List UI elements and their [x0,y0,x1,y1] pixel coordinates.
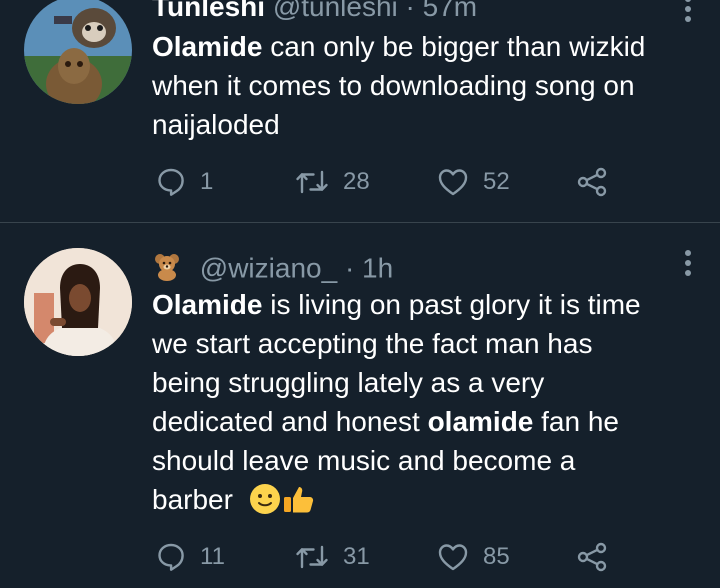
text-line: should leave music and become a [152,445,576,476]
share-icon [577,167,607,197]
slightly-smiling-face-icon [249,483,281,525]
reply-count: 1 [200,168,214,195]
tweet-text: Olamide is living on past glory it is ti… [152,285,702,525]
text-segment: fan he [533,406,620,437]
retweet-count: 31 [343,543,370,570]
avatar[interactable] [24,0,132,104]
reply-icon [158,543,184,571]
mention-text: Olamide [152,31,263,62]
text-segment: can only be bigger than wizkid [262,31,646,62]
heart-icon [438,544,468,571]
like-count: 52 [483,168,510,195]
tweet-actions: 1 28 52 [152,162,632,202]
display-name[interactable]: Tunleshi [152,0,265,22]
share-button[interactable] [576,537,608,577]
retweet-button[interactable]: 31 [295,537,370,577]
timestamp[interactable]: 57m [423,0,477,22]
tweet[interactable]: @wiziano_ · 1h Olamide is living on past… [0,223,720,588]
heart-icon [438,169,468,196]
retweet-icon [296,545,328,569]
mention-text: olamide [427,406,534,437]
mention-text: Olamide [152,289,263,320]
text-line: being struggling lately as a very [152,367,545,398]
like-button[interactable]: 52 [437,162,510,202]
text-segment: is living on past glory it is time [262,289,641,320]
retweet-count: 28 [343,168,370,195]
tweet[interactable]: Tunleshi @tunleshi · 57m Olamide can onl… [0,0,720,222]
text-segment: barber [152,484,233,515]
separator: · [405,0,415,22]
text-line: we start accepting the fact man has [152,328,593,359]
tweet-actions: 11 31 85 [152,537,632,577]
woman-dreadlocks-avatar-icon [24,248,132,356]
retweet-icon [296,170,328,194]
tweet-header: @wiziano_ · 1h [152,251,393,289]
handle[interactable]: @tunleshi [273,0,398,22]
reply-icon [158,168,184,196]
reply-count: 11 [200,543,225,570]
retweet-button[interactable]: 28 [295,162,370,202]
more-options-icon[interactable] [684,250,692,280]
reply-button[interactable]: 11 [156,537,225,577]
text-line: when it comes to downloading song on [152,70,635,101]
teddy-bear-icon [152,251,182,289]
text-line: naijaloded [152,109,280,140]
share-icon [577,542,607,572]
handle[interactable]: @wiziano_ [200,252,337,283]
text-segment: dedicated and honest [152,406,428,437]
tweet-header: Tunleshi @tunleshi · 57m [152,0,477,24]
tweet-text: Olamide can only be bigger than wizkid w… [152,27,702,144]
more-options-icon[interactable] [684,0,692,26]
avatar[interactable] [24,248,132,356]
thumbs-up-icon [281,483,315,525]
like-button[interactable]: 85 [437,537,510,577]
reply-button[interactable]: 1 [156,162,213,202]
like-count: 85 [483,543,510,570]
timestamp[interactable]: 1h [362,252,393,283]
separator: · [344,252,355,284]
share-button[interactable] [576,162,608,202]
groot-rocket-avatar-icon [24,0,132,104]
